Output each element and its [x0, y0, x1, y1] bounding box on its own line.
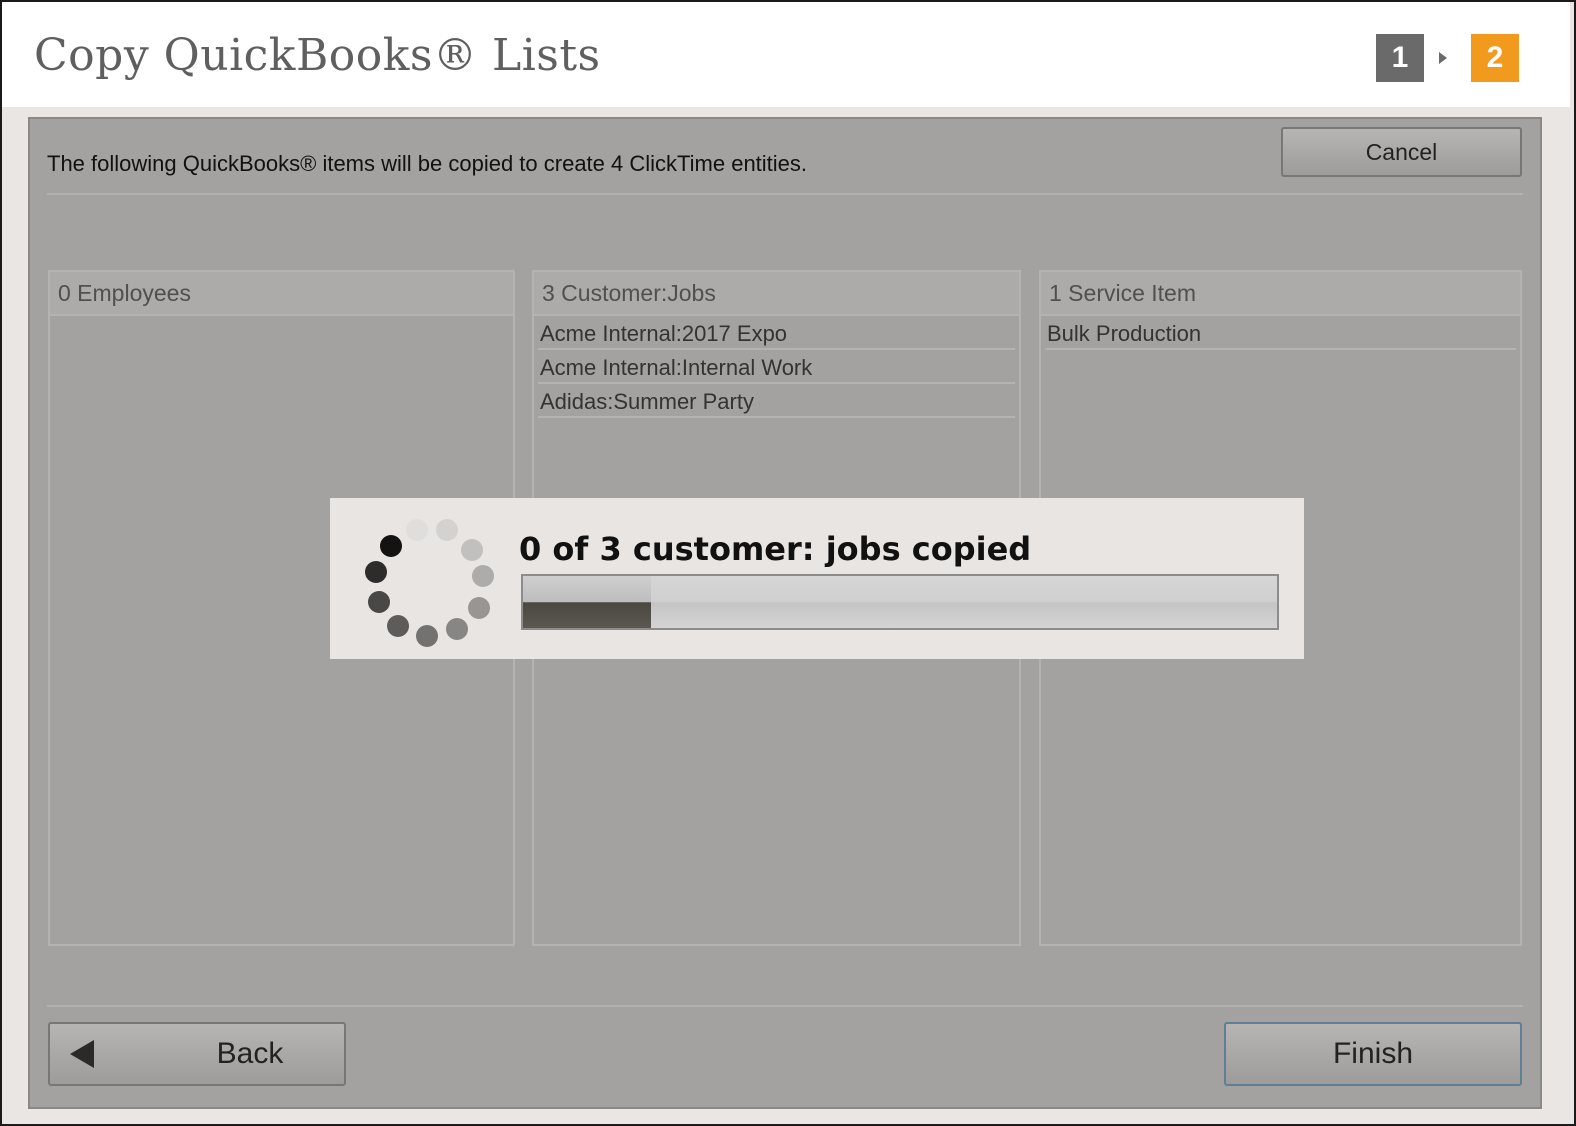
- list-item[interactable]: Acme Internal:2017 Expo: [538, 316, 1015, 350]
- progress-status-text: 0 of 3 customer: jobs copied: [519, 530, 1032, 568]
- bottom-divider: [47, 1005, 1523, 1007]
- list-item[interactable]: Bulk Production: [1045, 316, 1516, 350]
- intro-text: The following QuickBooks® items will be …: [47, 151, 808, 176]
- step-indicator-1: 1: [1376, 34, 1424, 82]
- finish-button[interactable]: Finish: [1224, 1022, 1522, 1086]
- back-button-label: Back: [216, 1037, 284, 1070]
- list-item[interactable]: Adidas:Summer Party: [538, 384, 1015, 418]
- cancel-button[interactable]: Cancel: [1281, 127, 1522, 177]
- loading-spinner-icon: [365, 519, 494, 647]
- page-title: Copy QuickBooks® Lists: [34, 30, 601, 81]
- employees-column-header: 0 Employees: [50, 272, 513, 316]
- back-arrow-icon: [70, 1040, 94, 1068]
- back-button[interactable]: Back: [48, 1022, 346, 1086]
- top-divider: [47, 193, 1523, 195]
- list-item[interactable]: Acme Internal:Internal Work: [538, 350, 1015, 384]
- progress-dialog: 0 of 3 customer: jobs copied: [330, 498, 1304, 659]
- service-items-column-header: 1 Service Item: [1041, 272, 1520, 316]
- step-indicator-2: 2: [1471, 34, 1519, 82]
- progress-bar: [521, 574, 1279, 630]
- header: Copy QuickBooks® Lists 1 2: [2, 2, 1570, 107]
- customer-jobs-column-header: 3 Customer:Jobs: [534, 272, 1019, 316]
- progress-bar-fill: [523, 576, 652, 628]
- caret-right-icon: [1439, 52, 1447, 64]
